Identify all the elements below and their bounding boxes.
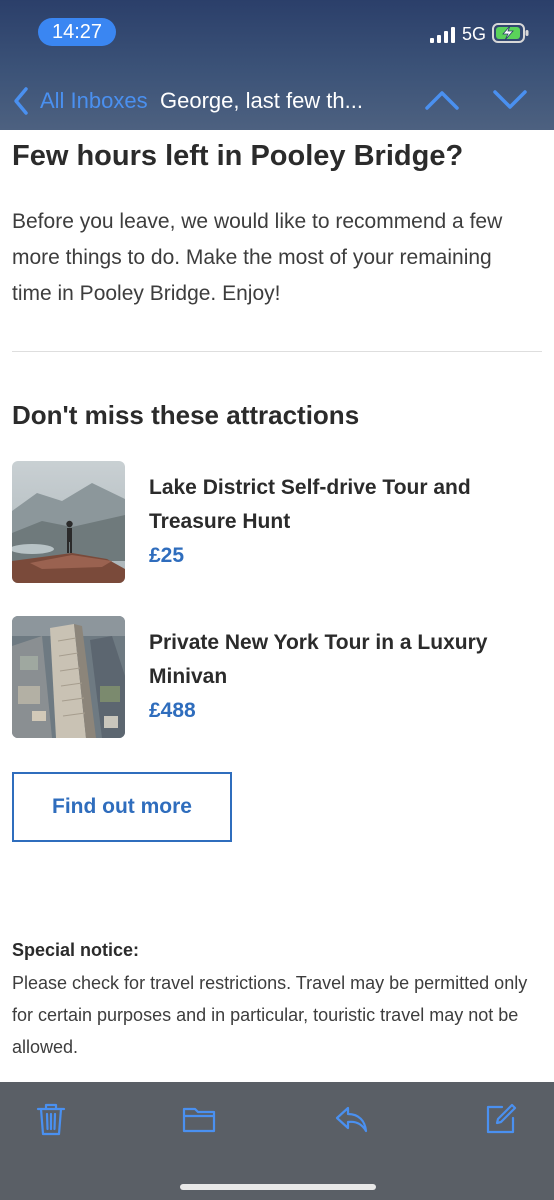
attraction-name: Private New York Tour in a Luxury Miniva… [149, 631, 488, 688]
attraction-item-new-york[interactable]: Private New York Tour in a Luxury Miniva… [12, 616, 542, 738]
header: 14:27 5G All Inboxes George, last few th… [0, 0, 554, 130]
battery-charging-icon [492, 23, 529, 43]
notice-body: Please check for travel restrictions. Tr… [12, 973, 528, 1057]
compose-icon[interactable] [484, 1102, 518, 1136]
divider [12, 351, 542, 352]
find-out-more-button[interactable]: Find out more [12, 772, 232, 842]
attraction-name: Lake District Self-drive Tour and Treasu… [149, 476, 471, 533]
back-to-all-inboxes-button[interactable]: All Inboxes [12, 86, 148, 116]
network-type: 5G [462, 24, 487, 44]
chevron-down-icon[interactable] [492, 86, 528, 114]
back-chevron-icon [14, 87, 28, 115]
status-time: 14:27 [38, 18, 116, 46]
new-york-aerial-photo [12, 616, 125, 738]
attraction-item-lake-district[interactable]: Lake District Self-drive Tour and Treasu… [12, 461, 542, 583]
reply-icon[interactable] [334, 1102, 368, 1136]
back-label: All Inboxes [40, 88, 148, 113]
home-indicator [180, 1184, 376, 1190]
notice-title: Special notice: [12, 940, 140, 960]
bottom-toolbar [0, 1082, 554, 1200]
chevron-up-icon[interactable] [424, 86, 460, 114]
folder-icon[interactable] [182, 1102, 216, 1136]
email-subject-title: George, last few th... [160, 88, 363, 113]
cellular-signal-icon [430, 27, 455, 43]
attraction-price: £488 [149, 699, 196, 722]
attraction-price: £25 [149, 544, 185, 567]
section-title: Don't miss these attractions [12, 400, 360, 430]
email-headline: Few hours left in Pooley Bridge? [12, 140, 464, 172]
email-intro: Before you leave, we would like to recom… [12, 210, 503, 305]
mountain-hiker-photo [12, 461, 125, 583]
trash-icon[interactable] [34, 1102, 68, 1136]
